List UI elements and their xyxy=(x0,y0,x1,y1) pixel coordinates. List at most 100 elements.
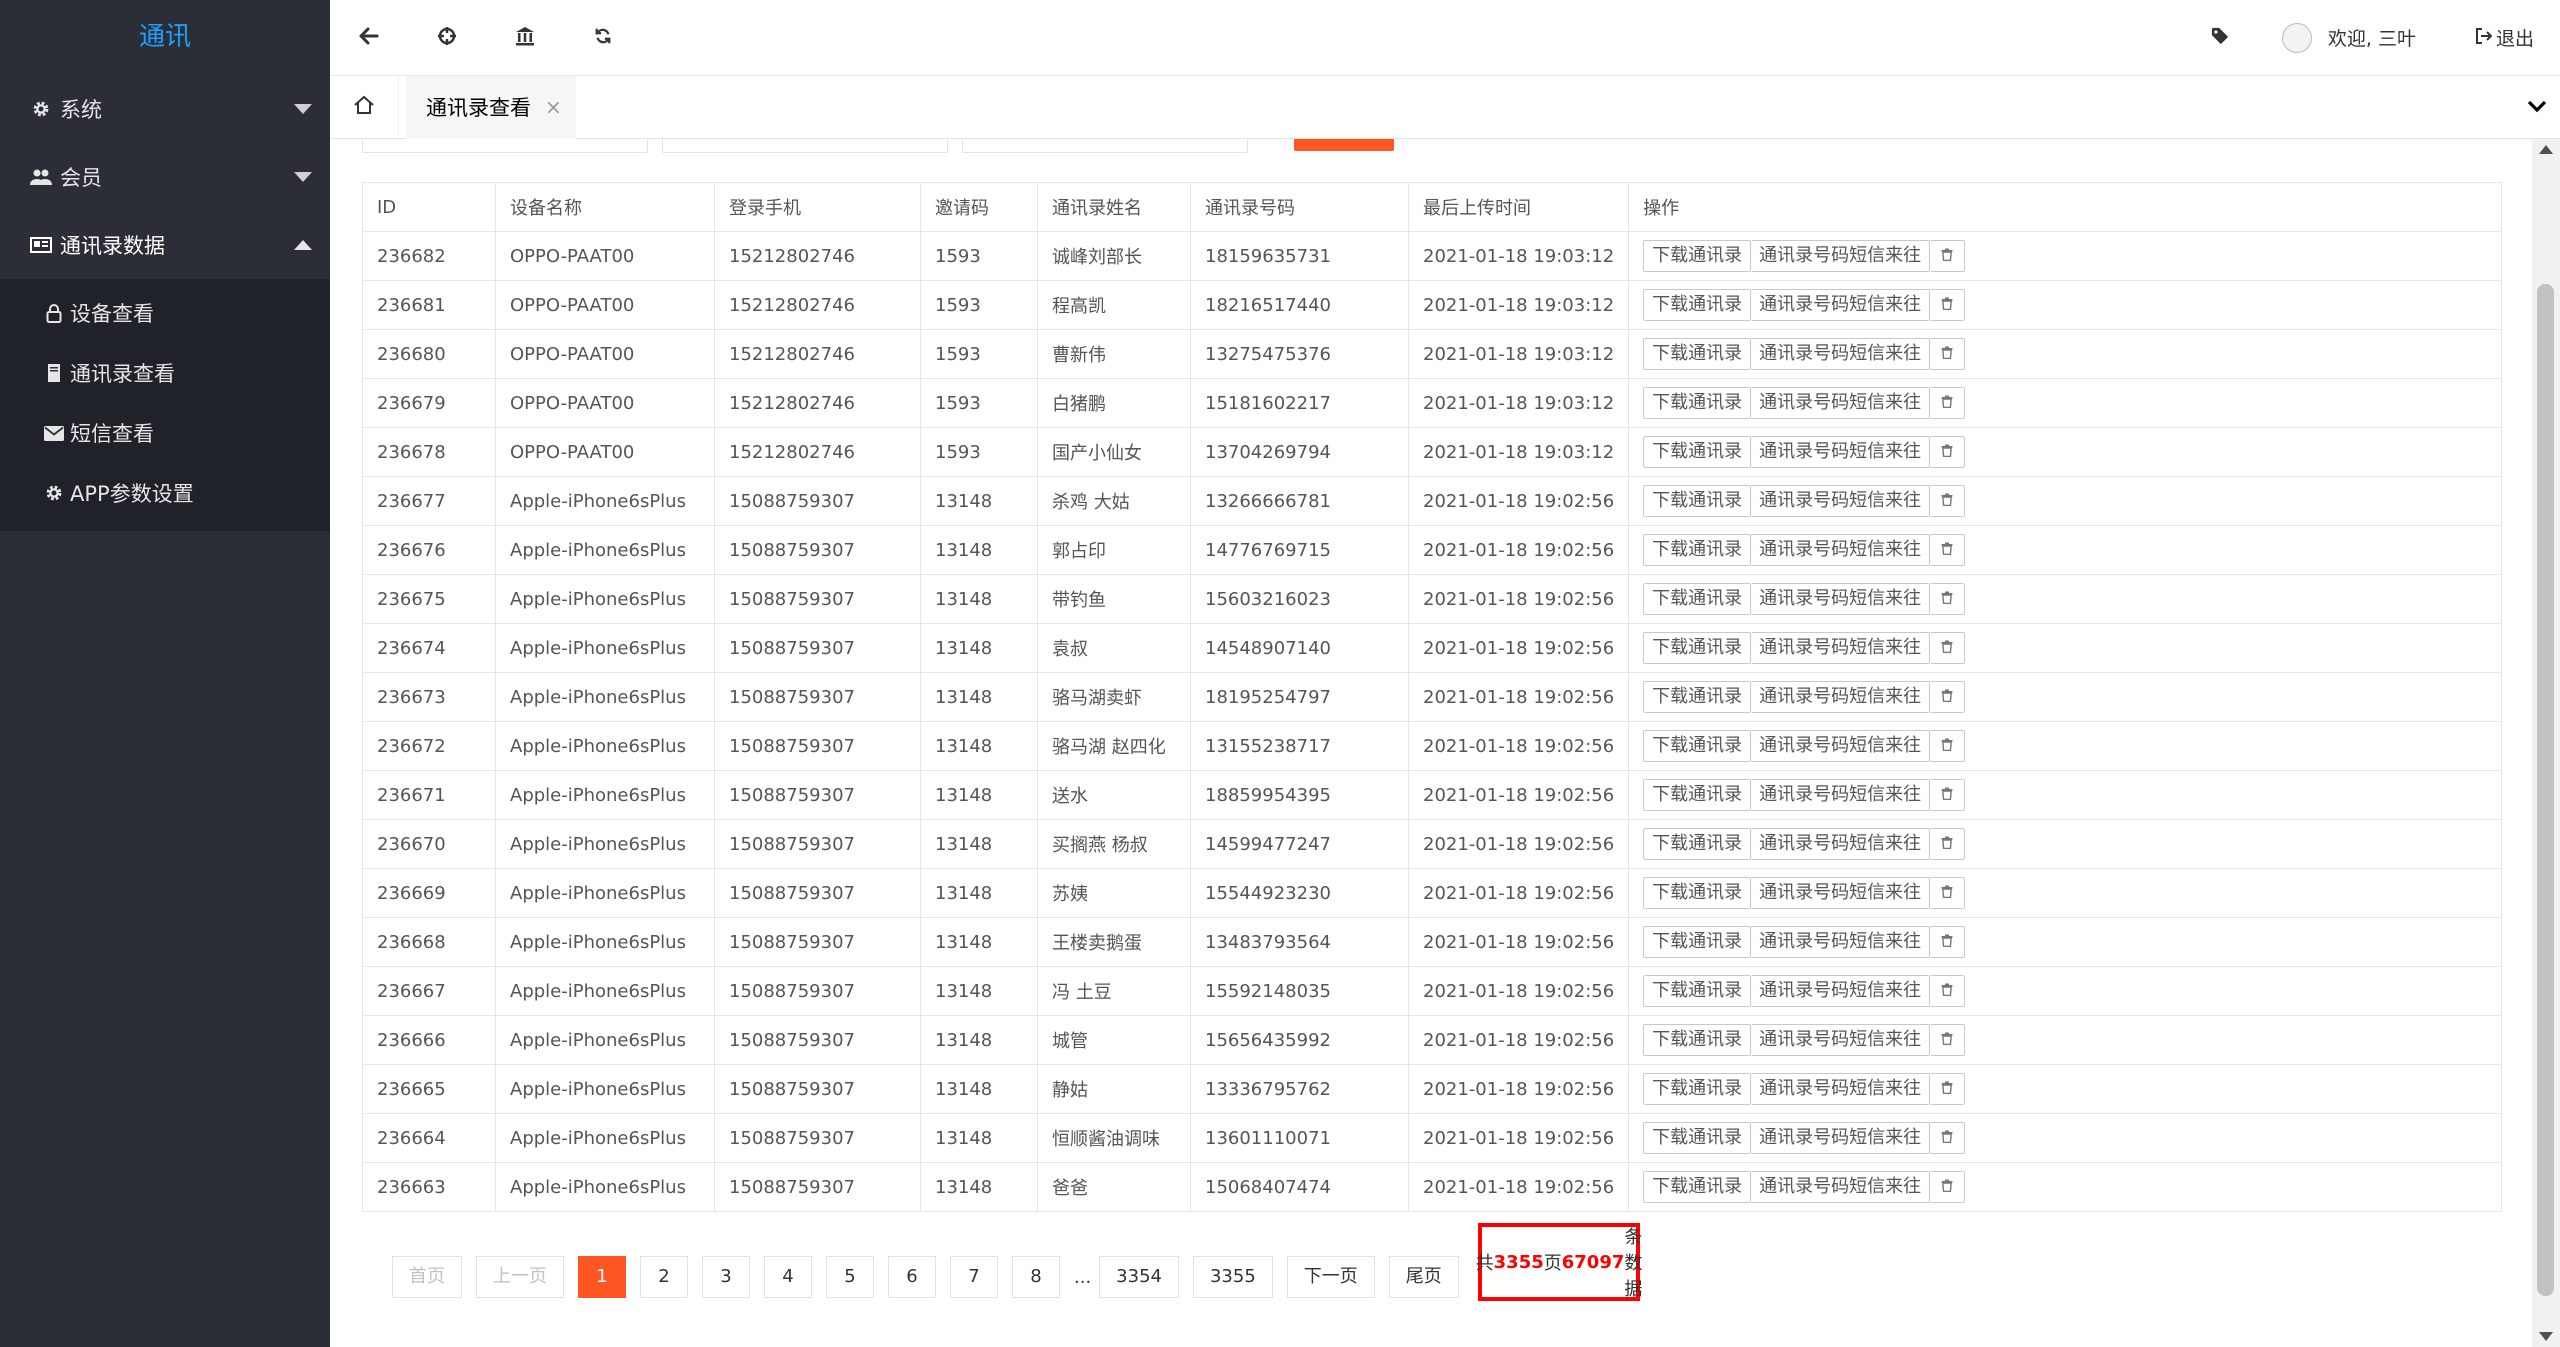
download-contacts-button[interactable]: 下载通讯录 xyxy=(1643,975,1752,1007)
page-prev[interactable]: 上一页 xyxy=(476,1256,564,1298)
delete-button[interactable] xyxy=(1930,828,1966,860)
sms-history-button[interactable]: 通讯录号码短信来往 xyxy=(1751,485,1931,517)
sms-history-button[interactable]: 通讯录号码短信来往 xyxy=(1751,1122,1931,1154)
search-input-date[interactable] xyxy=(962,139,1248,153)
home-tab-button[interactable] xyxy=(330,76,399,138)
page-7[interactable]: 7 xyxy=(950,1256,998,1298)
page-8[interactable]: 8 xyxy=(1012,1256,1060,1298)
search-button[interactable] xyxy=(1294,139,1394,151)
sms-history-button[interactable]: 通讯录号码短信来往 xyxy=(1751,779,1931,811)
close-icon[interactable]: × xyxy=(545,95,562,119)
tab-contacts-view[interactable]: 通讯录查看 × xyxy=(406,76,576,140)
sms-history-button[interactable]: 通讯录号码短信来往 xyxy=(1751,828,1931,860)
institution-button[interactable] xyxy=(486,0,564,75)
page-last[interactable]: 尾页 xyxy=(1388,1256,1459,1298)
delete-button[interactable] xyxy=(1930,1024,1966,1056)
delete-button[interactable] xyxy=(1930,583,1966,615)
delete-button[interactable] xyxy=(1930,730,1966,762)
scrollbar[interactable] xyxy=(2532,139,2560,1347)
download-contacts-button[interactable]: 下载通讯录 xyxy=(1643,828,1752,860)
sidebar-item-sms-view[interactable]: 短信查看 xyxy=(0,403,330,463)
delete-button[interactable] xyxy=(1930,436,1966,468)
download-contacts-button[interactable]: 下载通讯录 xyxy=(1643,338,1752,370)
sidebar-item-contacts-data[interactable]: 通讯录数据 xyxy=(0,211,330,279)
sms-history-button[interactable]: 通讯录号码短信来往 xyxy=(1751,1073,1931,1105)
page-3355[interactable]: 3355 xyxy=(1192,1256,1273,1298)
delete-button[interactable] xyxy=(1930,632,1966,664)
delete-button[interactable] xyxy=(1930,338,1966,370)
download-contacts-button[interactable]: 下载通讯录 xyxy=(1643,387,1752,419)
delete-button[interactable] xyxy=(1930,534,1966,566)
sidebar-item-contacts-view[interactable]: 通讯录查看 xyxy=(0,343,330,403)
search-input-phone[interactable] xyxy=(662,139,948,153)
scroll-thumb[interactable] xyxy=(2537,284,2554,1296)
sms-history-button[interactable]: 通讯录号码短信来往 xyxy=(1751,387,1931,419)
page-3[interactable]: 3 xyxy=(702,1256,750,1298)
back-button[interactable] xyxy=(330,0,408,75)
download-contacts-button[interactable]: 下载通讯录 xyxy=(1643,1122,1752,1154)
delete-button[interactable] xyxy=(1930,681,1966,713)
sidebar-item-system[interactable]: 系统 xyxy=(0,75,330,143)
delete-button[interactable] xyxy=(1930,387,1966,419)
sms-history-button[interactable]: 通讯录号码短信来往 xyxy=(1751,436,1931,468)
sms-history-button[interactable]: 通讯录号码短信来往 xyxy=(1751,681,1931,713)
sidebar-item-members[interactable]: 会员 xyxy=(0,143,330,211)
page-1[interactable]: 1 xyxy=(578,1256,626,1298)
search-input-device[interactable] xyxy=(362,139,648,153)
sms-history-button[interactable]: 通讯录号码短信来往 xyxy=(1751,877,1931,909)
download-contacts-button[interactable]: 下载通讯录 xyxy=(1643,632,1752,664)
download-contacts-button[interactable]: 下载通讯录 xyxy=(1643,1024,1752,1056)
sms-history-button[interactable]: 通讯录号码短信来往 xyxy=(1751,583,1931,615)
delete-button[interactable] xyxy=(1930,485,1966,517)
page-5[interactable]: 5 xyxy=(826,1256,874,1298)
sms-history-button[interactable]: 通讯录号码短信来往 xyxy=(1751,1024,1931,1056)
delete-button[interactable] xyxy=(1930,1122,1966,1154)
sms-history-button[interactable]: 通讯录号码短信来往 xyxy=(1751,975,1931,1007)
sms-history-button[interactable]: 通讯录号码短信来往 xyxy=(1751,289,1931,321)
download-contacts-button[interactable]: 下载通讯录 xyxy=(1643,583,1752,615)
sidebar-item-device-view[interactable]: 设备查看 xyxy=(0,283,330,343)
sms-history-button[interactable]: 通讯录号码短信来往 xyxy=(1751,632,1931,664)
download-contacts-button[interactable]: 下载通讯录 xyxy=(1643,485,1752,517)
delete-button[interactable] xyxy=(1930,975,1966,1007)
page-4[interactable]: 4 xyxy=(764,1256,812,1298)
sms-history-button[interactable]: 通讯录号码短信来往 xyxy=(1751,240,1931,272)
tag-button[interactable] xyxy=(2190,0,2250,75)
scroll-up-arrow[interactable] xyxy=(2539,145,2553,154)
download-contacts-button[interactable]: 下载通讯录 xyxy=(1643,1073,1752,1105)
page-first[interactable]: 首页 xyxy=(392,1256,462,1298)
sms-history-button[interactable]: 通讯录号码短信来往 xyxy=(1751,338,1931,370)
download-contacts-button[interactable]: 下载通讯录 xyxy=(1643,436,1752,468)
download-contacts-button[interactable]: 下载通讯录 xyxy=(1643,289,1752,321)
download-contacts-button[interactable]: 下载通讯录 xyxy=(1643,1171,1752,1203)
avatar[interactable] xyxy=(2281,22,2312,53)
download-contacts-button[interactable]: 下载通讯录 xyxy=(1643,779,1752,811)
delete-button[interactable] xyxy=(1930,926,1966,958)
sms-history-button[interactable]: 通讯录号码短信来往 xyxy=(1751,1171,1931,1203)
page-6[interactable]: 6 xyxy=(888,1256,936,1298)
sms-history-button[interactable]: 通讯录号码短信来往 xyxy=(1751,730,1931,762)
download-contacts-button[interactable]: 下载通讯录 xyxy=(1643,681,1752,713)
refresh-button[interactable] xyxy=(564,0,642,75)
sms-history-button[interactable]: 通讯录号码短信来往 xyxy=(1751,534,1931,566)
download-contacts-button[interactable]: 下载通讯录 xyxy=(1643,877,1752,909)
download-contacts-button[interactable]: 下载通讯录 xyxy=(1643,926,1752,958)
download-contacts-button[interactable]: 下载通讯录 xyxy=(1643,240,1752,272)
fullscreen-button[interactable] xyxy=(408,0,486,75)
sms-history-button[interactable]: 通讯录号码短信来往 xyxy=(1751,926,1931,958)
logout-button[interactable]: 退出 xyxy=(2475,24,2534,51)
download-contacts-button[interactable]: 下载通讯录 xyxy=(1643,534,1752,566)
delete-button[interactable] xyxy=(1930,240,1966,272)
tabs-dropdown-button[interactable] xyxy=(2514,76,2560,138)
download-contacts-button[interactable]: 下载通讯录 xyxy=(1643,730,1752,762)
page-3354[interactable]: 3354 xyxy=(1099,1256,1179,1298)
delete-button[interactable] xyxy=(1930,1073,1966,1105)
page-next[interactable]: 下一页 xyxy=(1286,1256,1375,1298)
page-2[interactable]: 2 xyxy=(640,1256,688,1298)
scroll-down-arrow[interactable] xyxy=(2539,1332,2553,1341)
delete-button[interactable] xyxy=(1930,1171,1966,1203)
delete-button[interactable] xyxy=(1930,289,1966,321)
delete-button[interactable] xyxy=(1930,779,1966,811)
delete-button[interactable] xyxy=(1930,877,1966,909)
sidebar-item-app-settings[interactable]: APP参数设置 xyxy=(0,463,330,523)
